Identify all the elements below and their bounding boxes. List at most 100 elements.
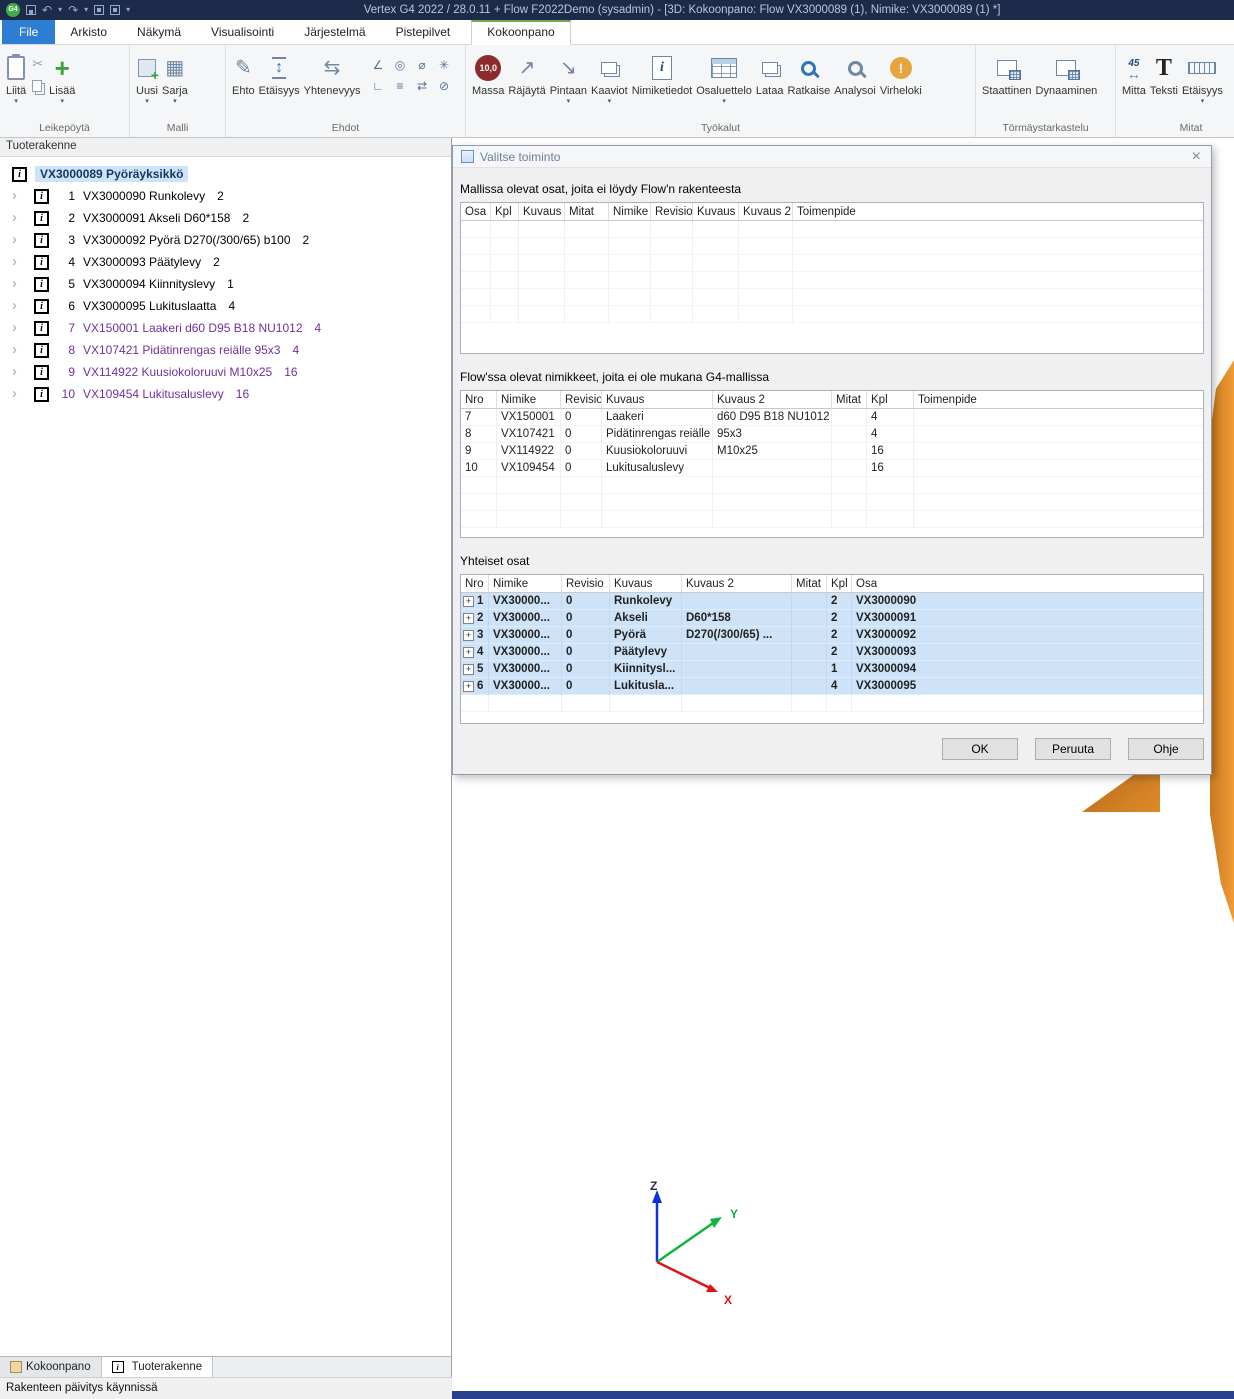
copy-icon[interactable] bbox=[32, 80, 42, 92]
close-icon[interactable]: × bbox=[1190, 150, 1203, 164]
tree-item-label[interactable]: VX107421 Pidätinrengas reiälle 95x3 bbox=[83, 343, 280, 357]
column-header[interactable]: Nimike bbox=[609, 203, 651, 221]
table-row-selected[interactable]: +5 VX30000... 0 Kiinnitysl... 1 VX300009… bbox=[461, 661, 1203, 678]
ehto-button[interactable]: ✎ Ehto bbox=[230, 48, 257, 97]
expand-plus-icon[interactable]: + bbox=[463, 664, 474, 675]
expand-plus-icon[interactable]: + bbox=[463, 613, 474, 624]
toolbar-icon[interactable] bbox=[94, 5, 104, 15]
etaisyys-button[interactable]: ↕ Etäisyys bbox=[257, 48, 302, 97]
tree-item-label[interactable]: VX150001 Laakeri d60 D95 B18 NU1012 bbox=[83, 321, 303, 335]
column-header[interactable]: Revisio bbox=[562, 575, 610, 593]
expand-chevron-icon[interactable]: › bbox=[12, 277, 34, 291]
help-button[interactable]: Ohje bbox=[1128, 738, 1204, 760]
table-row[interactable]: 9 VX114922 0 Kuusiokoloruuvi M10x25 16 bbox=[461, 443, 1203, 460]
ribbon-tab[interactable]: Näkymä bbox=[122, 21, 196, 44]
lataa-button[interactable]: Lataa bbox=[754, 48, 786, 97]
ribbon-tab[interactable]: Pistepilvet bbox=[381, 21, 466, 44]
tree-item-label[interactable]: VX109454 Lukitusaluslevy bbox=[83, 387, 224, 401]
tree-item[interactable]: › i 1 VX3000090 Runkolevy 2 bbox=[0, 185, 451, 207]
expand-chevron-icon[interactable]: › bbox=[12, 211, 34, 225]
ratkaise-button[interactable]: Ratkaise bbox=[785, 48, 832, 97]
tree-item-label[interactable]: VX3000091 Akseli D60*158 bbox=[83, 211, 230, 225]
redo-icon[interactable]: ↷ bbox=[68, 4, 78, 16]
ribbon-tab[interactable]: Visualisointi bbox=[196, 21, 289, 44]
toolbar-icon[interactable] bbox=[110, 5, 120, 15]
column-header[interactable]: Kuvaus bbox=[602, 391, 713, 409]
ribbon-tab[interactable]: Kokoonpano bbox=[471, 20, 570, 45]
expand-chevron-icon[interactable]: › bbox=[12, 343, 34, 357]
angle-constraint-icon[interactable]: ∠ bbox=[368, 56, 387, 74]
expand-plus-icon[interactable]: + bbox=[463, 596, 474, 607]
column-header[interactable]: Toimenpide bbox=[793, 203, 1203, 221]
column-header[interactable]: Mitat bbox=[792, 575, 827, 593]
ribbon-tab[interactable]: File bbox=[2, 20, 55, 44]
redo-caret-icon[interactable]: ▾ bbox=[84, 4, 88, 16]
expand-chevron-icon[interactable]: › bbox=[12, 387, 34, 401]
exclude-constraint-icon[interactable]: ⊘ bbox=[434, 77, 453, 95]
column-header[interactable]: Kuvaus bbox=[610, 575, 682, 593]
tree-item[interactable]: › i 8 VX107421 Pidätinrengas reiälle 95x… bbox=[0, 339, 451, 361]
column-header[interactable]: Nimike bbox=[489, 575, 562, 593]
tree-item[interactable]: › i 5 VX3000094 Kiinnityslevy 1 bbox=[0, 273, 451, 295]
expand-chevron-icon[interactable]: › bbox=[12, 365, 34, 379]
expand-chevron-icon[interactable]: › bbox=[12, 189, 34, 203]
mitta-button[interactable]: 45↔ Mitta bbox=[1120, 48, 1148, 97]
table-row[interactable]: 8 VX107421 0 Pidätinrengas reiälle 95x3 … bbox=[461, 426, 1203, 443]
3d-viewport[interactable]: Z Y X Valitse toiminto × Mallissa olevat… bbox=[452, 138, 1234, 1391]
table-row[interactable]: 7 VX150001 0 Laakeri d60 D95 B18 NU1012 … bbox=[461, 409, 1203, 426]
pintaan-button[interactable]: ↘ Pintaan▾ bbox=[548, 48, 589, 105]
tree-item[interactable]: › i 10 VX109454 Lukitusaluslevy 16 bbox=[0, 383, 451, 405]
3d-model-fragment[interactable] bbox=[1210, 360, 1234, 935]
undo-icon[interactable]: ↶ bbox=[42, 4, 52, 16]
tree-root-label[interactable]: VX3000089 Pyöräyksikkö bbox=[35, 166, 188, 182]
table-row-selected[interactable]: +1 VX30000... 0 Runkolevy 2 VX3000090 bbox=[461, 593, 1203, 610]
virheloki-button[interactable]: ! Virheloki bbox=[878, 48, 924, 97]
pattern-constraint-icon[interactable]: ✳ bbox=[434, 56, 453, 74]
column-header[interactable]: Mitat bbox=[565, 203, 609, 221]
tree-item-label[interactable]: VX114922 Kuusiokoloruuvi M10x25 bbox=[83, 365, 272, 379]
column-header[interactable]: Kpl bbox=[867, 391, 914, 409]
column-header[interactable]: Kuvaus 2 bbox=[739, 203, 793, 221]
yhtenevyys-button[interactable]: ⇆ Yhtenevyys bbox=[302, 48, 363, 97]
uusi-button[interactable]: Uusi▾ bbox=[134, 48, 160, 105]
tree-root-item[interactable]: i VX3000089 Pyöräyksikkö bbox=[0, 163, 451, 185]
tree-item-label[interactable]: VX3000092 Pyörä D270(/300/65) b100 bbox=[83, 233, 291, 247]
expand-plus-icon[interactable]: + bbox=[463, 630, 474, 641]
column-header[interactable]: Kuvaus 2 bbox=[713, 391, 832, 409]
column-header[interactable]: Kpl bbox=[491, 203, 519, 221]
dynaaminen-button[interactable]: Dynaaminen bbox=[1034, 48, 1100, 97]
save-icon[interactable] bbox=[26, 5, 36, 15]
tree-item[interactable]: › i 2 VX3000091 Akseli D60*158 2 bbox=[0, 207, 451, 229]
paste-button[interactable]: Liitä▾ bbox=[4, 48, 28, 105]
massa-button[interactable]: 10,0 Massa bbox=[470, 48, 506, 97]
column-header[interactable]: Nro bbox=[461, 391, 497, 409]
teksti-button[interactable]: T Teksti bbox=[1148, 48, 1180, 97]
expand-chevron-icon[interactable]: › bbox=[12, 299, 34, 313]
tree-item[interactable]: › i 3 VX3000092 Pyörä D270(/300/65) b100… bbox=[0, 229, 451, 251]
tree-item-label[interactable]: VX3000094 Kiinnityslevy bbox=[83, 277, 215, 291]
column-header[interactable]: Nimike bbox=[497, 391, 561, 409]
table-row-selected[interactable]: +2 VX30000... 0 Akseli D60*158 2 VX30000… bbox=[461, 610, 1203, 627]
column-header[interactable]: Osa bbox=[852, 575, 1203, 593]
ribbon-tab[interactable]: Arkisto bbox=[55, 21, 122, 44]
nimiketiedot-button[interactable]: i Nimiketiedot bbox=[630, 48, 695, 97]
swap-constraint-icon[interactable]: ⇄ bbox=[412, 77, 431, 95]
undo-caret-icon[interactable]: ▾ bbox=[58, 4, 62, 16]
column-header[interactable]: Kuvaus bbox=[693, 203, 739, 221]
column-header[interactable]: Toimenpide bbox=[914, 391, 1203, 409]
tree-item-label[interactable]: VX3000090 Runkolevy bbox=[83, 189, 205, 203]
column-header[interactable]: Revisio bbox=[561, 391, 602, 409]
cancel-button[interactable]: Peruuta bbox=[1035, 738, 1111, 760]
bottom-tab-tuoterakenne[interactable]: i Tuoterakenne bbox=[102, 1357, 214, 1377]
ribbon-tab[interactable]: Järjestelmä bbox=[289, 21, 380, 44]
expand-plus-icon[interactable]: + bbox=[463, 647, 474, 658]
tree-item[interactable]: › i 7 VX150001 Laakeri d60 D95 B18 NU101… bbox=[0, 317, 451, 339]
column-header[interactable]: Osa bbox=[461, 203, 491, 221]
app-logo-icon[interactable]: G4 bbox=[6, 3, 20, 17]
qat-caret-icon[interactable]: ▾ bbox=[126, 4, 130, 16]
concentric-constraint-icon[interactable]: ◎ bbox=[390, 56, 409, 74]
etaisyys-mitta-button[interactable]: Etäisyys▾ bbox=[1180, 48, 1225, 105]
kaaviot-button[interactable]: Kaaviot▾ bbox=[589, 48, 630, 105]
tree-item[interactable]: › i 6 VX3000095 Lukituslaatta 4 bbox=[0, 295, 451, 317]
staattinen-button[interactable]: Staattinen bbox=[980, 48, 1034, 97]
